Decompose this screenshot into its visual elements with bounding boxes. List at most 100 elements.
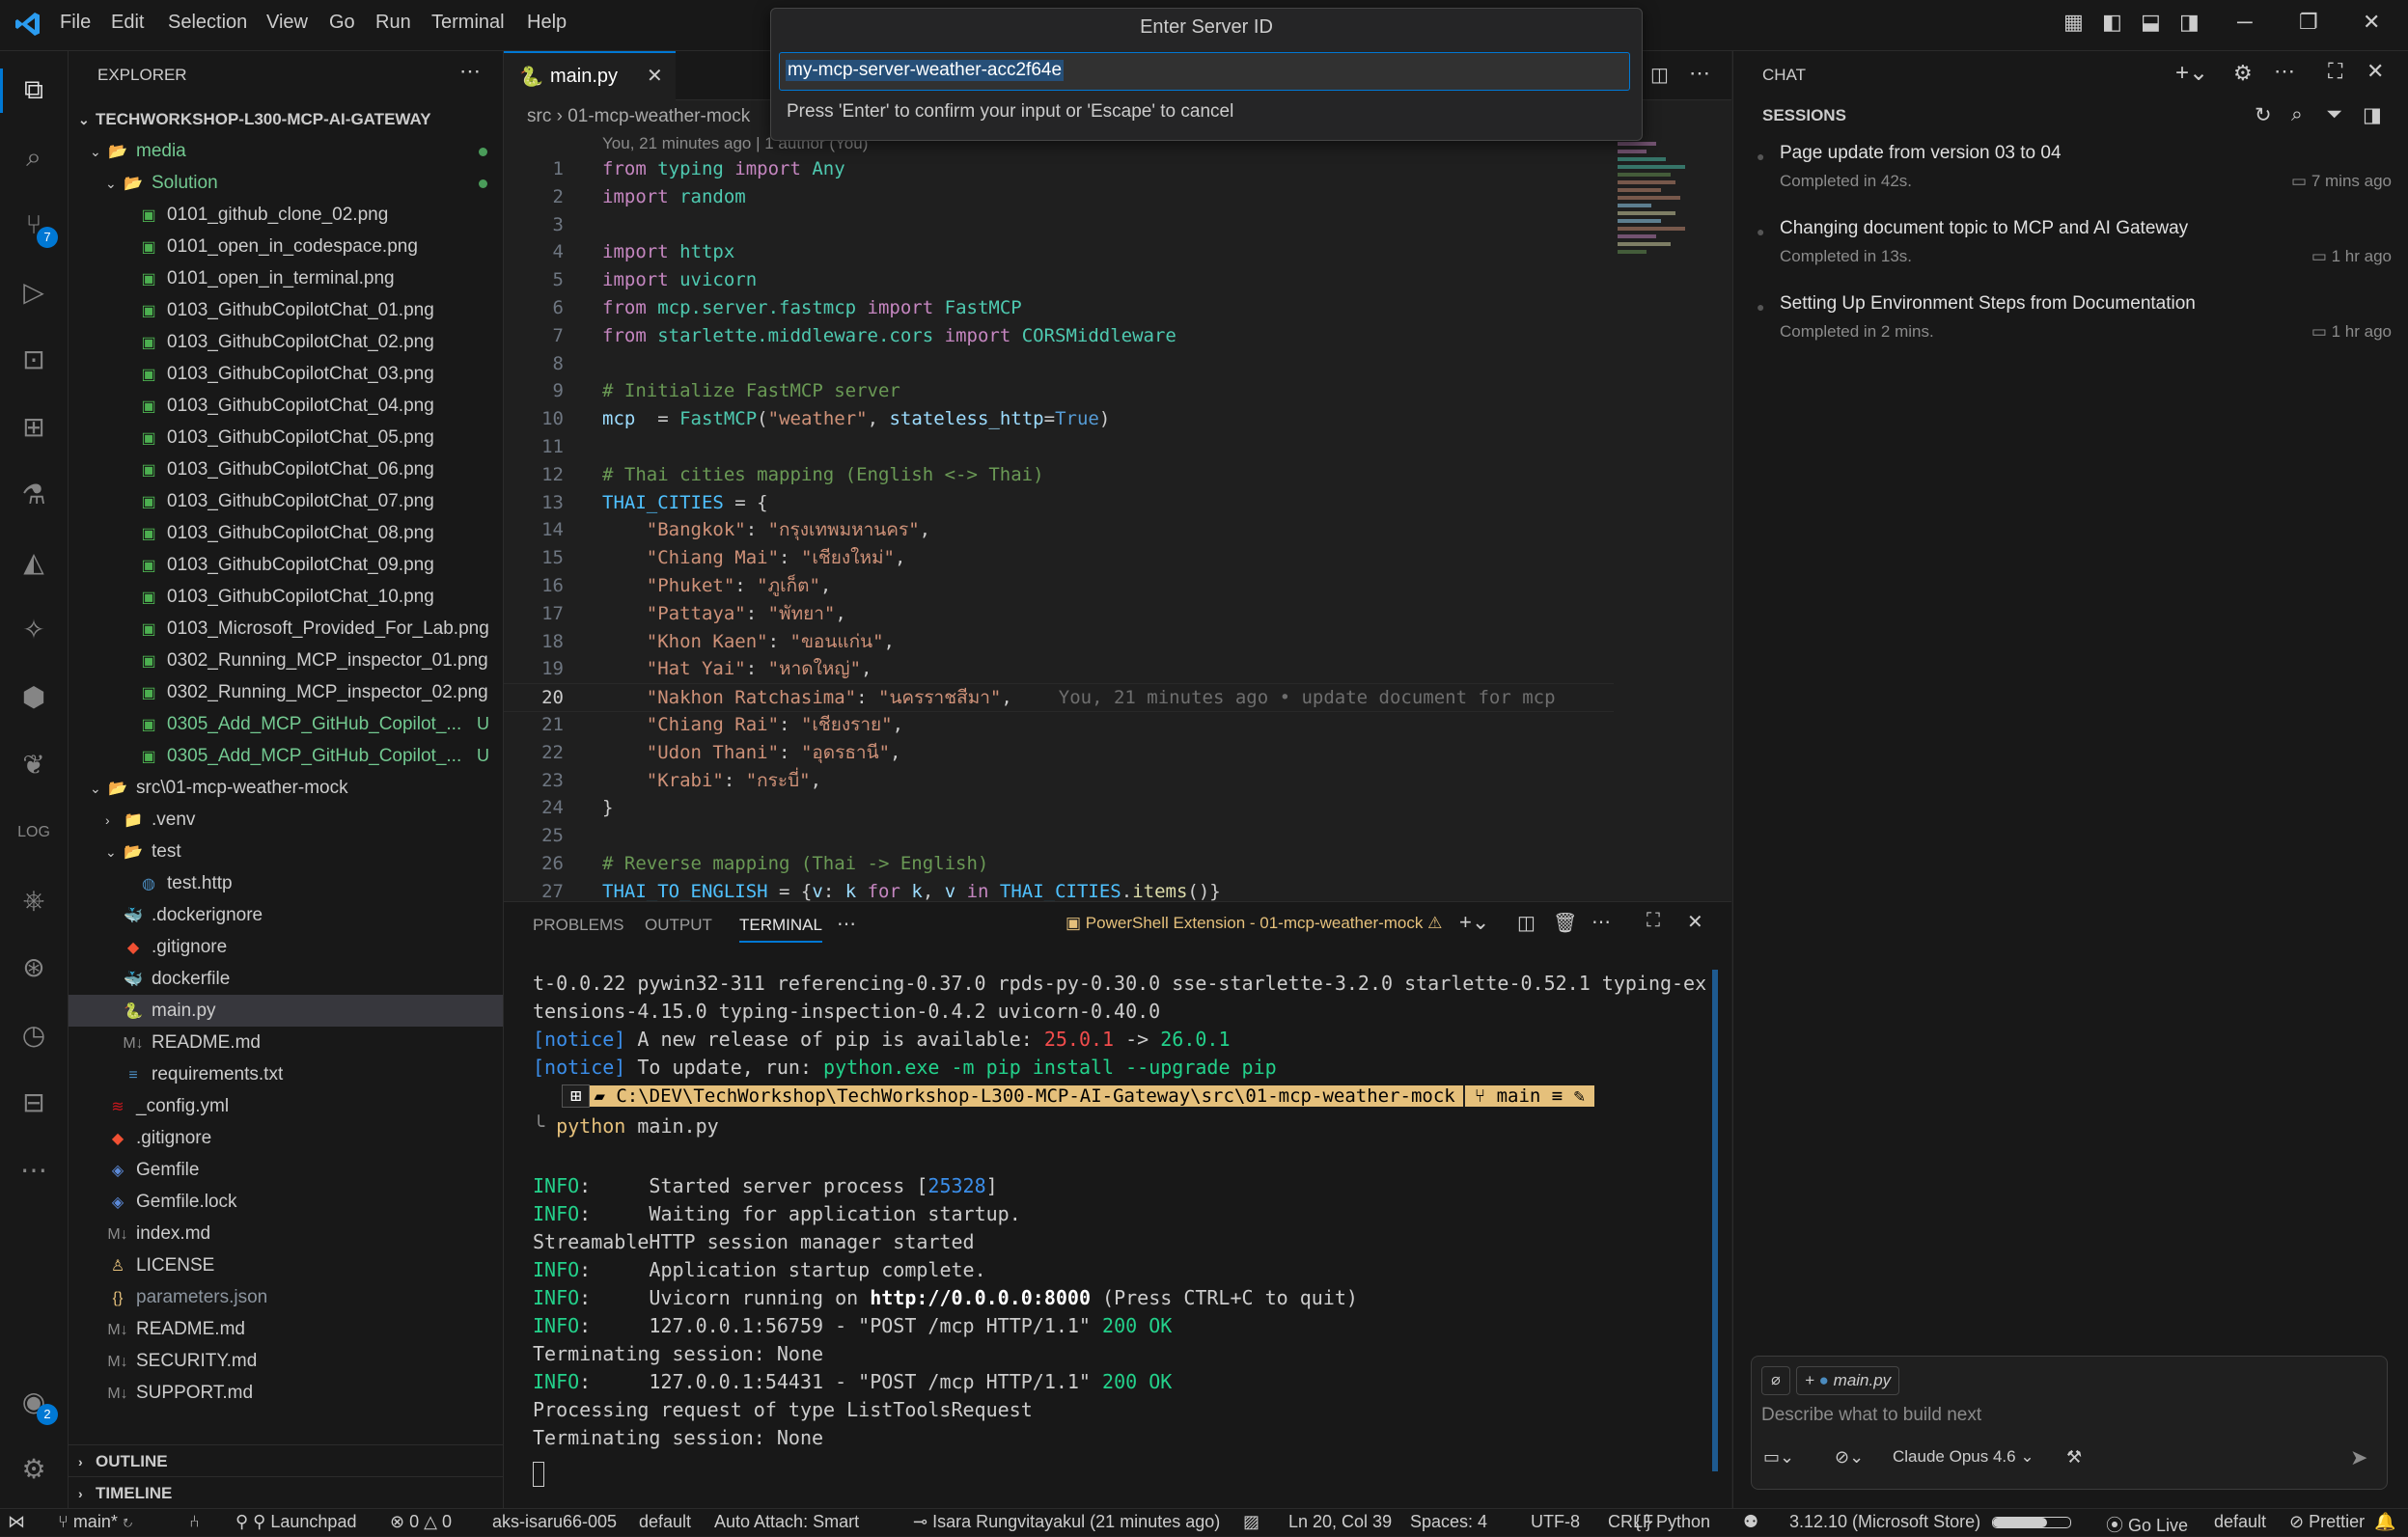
extensions-icon[interactable]: ⊞ [14, 408, 53, 447]
profile-indicator[interactable]: default [2214, 1512, 2266, 1532]
code-line[interactable]: 16 "Phuket": "ภูเก็ต", [504, 572, 1614, 599]
notifications-icon[interactable]: 🔔 [2374, 1512, 2395, 1532]
code-line[interactable]: 21 "Chiang Rai": "เชียงราย", [504, 711, 1614, 738]
tools-icon[interactable]: ⊘⌄ [1835, 1447, 1864, 1468]
log-icon[interactable]: LOG [14, 813, 53, 852]
copilot-status-icon[interactable]: ▨ [1243, 1512, 1259, 1532]
tree-file[interactable]: ♙ LICENSE [69, 1249, 503, 1281]
code-line[interactable]: 18 "Khon Kaen": "ขอนแก่น", [504, 628, 1614, 655]
tree-folder[interactable]: ⌄ 📂 Solution [69, 167, 503, 199]
tree-file[interactable]: 🐍 main.py [69, 995, 503, 1027]
menu-go[interactable]: Go [329, 12, 355, 34]
tree-file[interactable]: ◆ .gitignore [69, 931, 503, 963]
remote-indicator-icon[interactable]: ⋈ [8, 1512, 25, 1532]
git-blame-indicator[interactable]: ⊸ Isara Rungvitayakul (21 minutes ago) [913, 1512, 1220, 1532]
menu-file[interactable]: File [60, 12, 91, 34]
tree-file[interactable]: M↓ README.md [69, 1027, 503, 1058]
code-line[interactable]: 17 "Pattaya": "พัทยา", [504, 600, 1614, 627]
remote-explorer-icon[interactable]: ⊡ [14, 341, 53, 379]
code-line[interactable]: 2 import random [504, 183, 1614, 210]
toggle-secondary-sidebar-icon[interactable]: ◨ [2179, 10, 2200, 35]
context-chip[interactable]: + ● main.py [1796, 1366, 1900, 1395]
explorer-more-icon[interactable]: ⋯ [459, 59, 481, 84]
split-editor-icon[interactable]: ◫ [1650, 63, 1669, 87]
encoding[interactable]: UTF-8 [1531, 1512, 1580, 1532]
tree-folder[interactable]: ⌄ 📂 src\01-mcp-weather-mock [69, 772, 503, 804]
branch-indicator[interactable]: ⑂ main* ↻ [58, 1512, 133, 1532]
code-line[interactable]: 20 "Nakhon Ratchasima": "นครราชสีมา", You… [504, 683, 1614, 713]
tree-folder[interactable]: › 📁 .venv [69, 804, 503, 836]
code-line[interactable]: 1 from typing import Any [504, 155, 1614, 182]
tree-file[interactable]: ◈ Gemfile [69, 1154, 503, 1186]
attach-icon[interactable]: ⌀ [1761, 1366, 1790, 1395]
code-line[interactable]: 8 [504, 350, 1614, 377]
tree-file[interactable]: ▣ 0103_GithubCopilotChat_06.png [69, 453, 503, 485]
maximize-chat-icon[interactable]: ⛶ [2328, 59, 2342, 84]
prettier-indicator[interactable]: ⊘ Prettier [2289, 1512, 2365, 1532]
tree-file[interactable]: M↓ index.md [69, 1218, 503, 1249]
indentation[interactable]: Spaces: 4 [1410, 1512, 1487, 1532]
ai-toolkit-icon[interactable]: ✧ [14, 611, 53, 649]
code-line[interactable]: 24} [504, 794, 1614, 821]
settings-gear-icon[interactable]: ⚙ [14, 1450, 53, 1489]
code-line[interactable]: 4 import httpx [504, 238, 1614, 265]
code-line[interactable]: 19 "Hat Yai": "หาดใหญ่", [504, 655, 1614, 682]
toggle-panel-icon[interactable]: ⬓ [2141, 10, 2161, 35]
timeline-icon[interactable]: ◷ [14, 1016, 53, 1055]
auto-attach-indicator[interactable]: Auto Attach: Smart [714, 1512, 859, 1532]
menu-terminal[interactable]: Terminal [431, 12, 505, 34]
configure-tools-icon[interactable]: ⚒ [2066, 1447, 2082, 1468]
tree-file[interactable]: ▣ 0101_open_in_terminal.png [69, 262, 503, 294]
tree-file[interactable]: ◈ Gemfile.lock [69, 1186, 503, 1218]
toggle-layout-icon[interactable]: ◨ [2363, 103, 2382, 127]
new-chat-icon[interactable]: +⌄ [2175, 59, 2208, 87]
code-line[interactable]: 14 "Bangkok": "กรุงเทพมหานคร", [504, 516, 1614, 543]
tree-file[interactable]: M↓ SUPPORT.md [69, 1377, 503, 1409]
layout-customize-icon[interactable]: ▦ [2063, 10, 2084, 35]
tree-file[interactable]: ▣ 0103_GithubCopilotChat_03.png [69, 358, 503, 390]
timeline-section[interactable]: › TIMELINE [69, 1476, 503, 1508]
tree-file[interactable]: 🐳 dockerfile [69, 963, 503, 995]
menu-view[interactable]: View [266, 12, 308, 34]
code-line[interactable]: 9 # Initialize FastMCP server [504, 377, 1614, 404]
split-terminal-icon[interactable]: ◫ [1517, 911, 1536, 935]
code-line[interactable]: 13 THAI_CITIES = { [504, 489, 1614, 516]
editor-more-icon[interactable]: ⋯ [1689, 61, 1710, 86]
terminal-more-icon[interactable]: ⋯ [1591, 910, 1611, 934]
tree-file[interactable]: ▣ 0305_Add_MCP_GitHub_Copilot_... U [69, 708, 503, 740]
server-id-input[interactable]: my-mcp-server-weather-acc2f64e [779, 52, 1630, 91]
tab-output[interactable]: OUTPUT [645, 916, 712, 935]
tree-file[interactable]: ▣ 0103_GithubCopilotChat_08.png [69, 517, 503, 549]
tab-terminal[interactable]: TERMINAL [739, 916, 822, 943]
docker-icon[interactable]: ⬢ [14, 678, 53, 717]
postgres-icon[interactable]: ❦ [14, 746, 53, 784]
refresh-icon[interactable]: ↻ [2255, 103, 2272, 127]
namespace-indicator[interactable]: default [639, 1512, 691, 1532]
tree-file[interactable]: ▣ 0103_GithubCopilotChat_04.png [69, 390, 503, 422]
kubernetes-icon[interactable]: ⎈ [14, 881, 53, 919]
code-line[interactable]: 12 # Thai cities mapping (English <-> Tha… [504, 461, 1614, 488]
run-debug-icon[interactable]: ▷ [14, 273, 53, 312]
maximize-icon[interactable]: ❐ [2299, 10, 2318, 35]
tree-file[interactable]: M↓ SECURITY.md [69, 1345, 503, 1377]
containers-icon[interactable]: ⊟ [14, 1084, 53, 1122]
search-icon[interactable]: ⌕ [14, 138, 53, 177]
menu-run[interactable]: Run [375, 12, 411, 34]
more-views-icon[interactable]: ⋯ [14, 1151, 53, 1190]
chat-input-placeholder[interactable]: Describe what to build next [1761, 1405, 1981, 1426]
model-picker[interactable]: Claude Opus 4.6 ⌄ [1893, 1447, 2034, 1467]
tree-file[interactable]: ▣ 0103_GithubCopilotChat_09.png [69, 549, 503, 581]
tree-file[interactable]: ▣ 0103_GithubCopilotChat_01.png [69, 294, 503, 326]
session-item[interactable]: ● Setting Up Environment Steps from Docum… [1733, 293, 2408, 363]
go-live-button[interactable]: ⦿ Go Live [2106, 1512, 2188, 1537]
tree-file[interactable]: ▣ 0103_GithubCopilotChat_02.png [69, 326, 503, 358]
maximize-panel-icon[interactable]: ⛶ [1647, 910, 1660, 932]
tree-file[interactable]: ≋ _config.yml [69, 1090, 503, 1122]
code-line[interactable]: 3 [504, 211, 1614, 238]
cluster-indicator[interactable]: aks-isaru66-005 [492, 1512, 617, 1532]
tree-file[interactable]: ▣ 0305_Add_MCP_GitHub_Copilot_... U [69, 740, 503, 772]
tree-file[interactable]: ▣ 0101_github_clone_02.png [69, 199, 503, 231]
code-line[interactable]: 26 # Reverse mapping (Thai -> English) [504, 850, 1614, 877]
code-line[interactable]: 25 [504, 822, 1614, 849]
kill-terminal-icon[interactable]: 🗑 [1553, 911, 1577, 935]
